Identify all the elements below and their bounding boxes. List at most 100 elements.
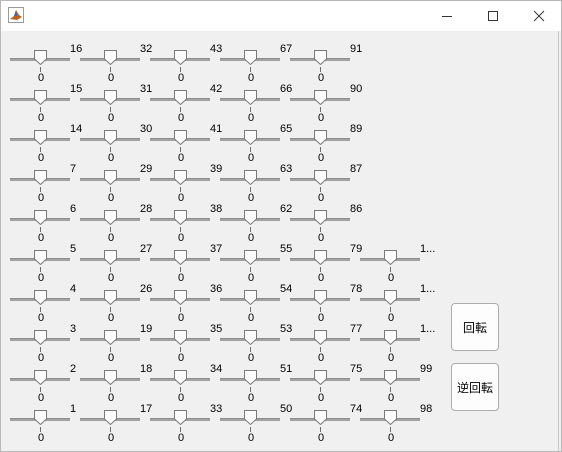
slider-thumb-icon[interactable] bbox=[244, 50, 257, 65]
slider[interactable]: 0 36 bbox=[150, 278, 222, 324]
slider[interactable]: 0 1... bbox=[360, 318, 435, 364]
slider-thumb-icon[interactable] bbox=[244, 410, 257, 425]
slider-thumb-icon[interactable] bbox=[244, 130, 257, 145]
slider[interactable]: 0 65 bbox=[220, 118, 292, 164]
slider[interactable]: 0 91 bbox=[290, 38, 362, 84]
rotate-button[interactable]: 回転 bbox=[451, 303, 499, 351]
slider[interactable]: 0 31 bbox=[80, 78, 152, 124]
slider[interactable]: 0 29 bbox=[80, 158, 152, 204]
slider-thumb-icon[interactable] bbox=[384, 250, 397, 265]
slider-thumb-icon[interactable] bbox=[104, 130, 117, 145]
slider-thumb-icon[interactable] bbox=[314, 250, 327, 265]
slider[interactable]: 0 34 bbox=[150, 358, 222, 404]
slider-thumb-icon[interactable] bbox=[314, 410, 327, 425]
slider[interactable]: 0 62 bbox=[220, 198, 292, 244]
slider[interactable]: 0 41 bbox=[150, 118, 222, 164]
slider-thumb-icon[interactable] bbox=[244, 90, 257, 105]
slider[interactable]: 0 28 bbox=[80, 198, 152, 244]
slider-thumb-icon[interactable] bbox=[244, 210, 257, 225]
slider[interactable]: 02 bbox=[10, 358, 76, 404]
slider-thumb-icon[interactable] bbox=[174, 170, 187, 185]
slider-thumb-icon[interactable] bbox=[104, 410, 117, 425]
slider-thumb-icon[interactable] bbox=[174, 330, 187, 345]
slider-thumb-icon[interactable] bbox=[34, 130, 47, 145]
slider-thumb-icon[interactable] bbox=[34, 250, 47, 265]
slider-thumb-icon[interactable] bbox=[314, 130, 327, 145]
slider-thumb-icon[interactable] bbox=[314, 210, 327, 225]
slider[interactable]: 0 53 bbox=[220, 318, 292, 364]
slider[interactable]: 0 74 bbox=[290, 398, 362, 444]
slider-thumb-icon[interactable] bbox=[34, 170, 47, 185]
slider[interactable]: 07 bbox=[10, 158, 76, 204]
slider-thumb-icon[interactable] bbox=[104, 210, 117, 225]
slider[interactable]: 0 54 bbox=[220, 278, 292, 324]
slider-thumb-icon[interactable] bbox=[244, 330, 257, 345]
slider-thumb-icon[interactable] bbox=[104, 370, 117, 385]
slider-thumb-icon[interactable] bbox=[104, 250, 117, 265]
slider-thumb-icon[interactable] bbox=[384, 410, 397, 425]
slider-thumb-icon[interactable] bbox=[174, 130, 187, 145]
slider[interactable]: 0 55 bbox=[220, 238, 292, 284]
slider-thumb-icon[interactable] bbox=[174, 50, 187, 65]
slider-thumb-icon[interactable] bbox=[104, 90, 117, 105]
slider[interactable]: 03 bbox=[10, 318, 76, 364]
slider[interactable]: 05 bbox=[10, 238, 76, 284]
maximize-button[interactable] bbox=[470, 0, 516, 31]
slider-thumb-icon[interactable] bbox=[314, 330, 327, 345]
slider[interactable]: 0 39 bbox=[150, 158, 222, 204]
slider[interactable]: 0 77 bbox=[290, 318, 362, 364]
slider-thumb-icon[interactable] bbox=[384, 370, 397, 385]
slider[interactable]: 0 42 bbox=[150, 78, 222, 124]
slider[interactable]: 0 99 bbox=[360, 358, 432, 404]
slider[interactable]: 0 32 bbox=[80, 38, 152, 84]
slider-thumb-icon[interactable] bbox=[244, 370, 257, 385]
slider-thumb-icon[interactable] bbox=[314, 290, 327, 305]
slider-thumb-icon[interactable] bbox=[384, 330, 397, 345]
slider[interactable]: 0 50 bbox=[220, 398, 292, 444]
slider[interactable]: 0 18 bbox=[80, 358, 152, 404]
slider[interactable]: 0 37 bbox=[150, 238, 222, 284]
slider-thumb-icon[interactable] bbox=[314, 370, 327, 385]
slider[interactable]: 0 66 bbox=[220, 78, 292, 124]
slider-thumb-icon[interactable] bbox=[174, 90, 187, 105]
slider-thumb-icon[interactable] bbox=[34, 330, 47, 345]
slider[interactable]: 0 87 bbox=[290, 158, 362, 204]
slider[interactable]: 04 bbox=[10, 278, 76, 324]
slider-thumb-icon[interactable] bbox=[104, 170, 117, 185]
slider-thumb-icon[interactable] bbox=[244, 170, 257, 185]
slider[interactable]: 0 27 bbox=[80, 238, 152, 284]
slider[interactable]: 0 1... bbox=[360, 278, 435, 324]
slider-thumb-icon[interactable] bbox=[34, 370, 47, 385]
slider[interactable]: 0 51 bbox=[220, 358, 292, 404]
reverse-rotate-button[interactable]: 逆回転 bbox=[451, 363, 499, 411]
slider-thumb-icon[interactable] bbox=[34, 90, 47, 105]
slider-thumb-icon[interactable] bbox=[244, 250, 257, 265]
slider[interactable]: 0 26 bbox=[80, 278, 152, 324]
slider[interactable]: 0 43 bbox=[150, 38, 222, 84]
slider[interactable]: 0 30 bbox=[80, 118, 152, 164]
slider-thumb-icon[interactable] bbox=[104, 330, 117, 345]
slider[interactable]: 0 17 bbox=[80, 398, 152, 444]
slider-thumb-icon[interactable] bbox=[34, 50, 47, 65]
slider[interactable]: 0 75 bbox=[290, 358, 362, 404]
slider[interactable]: 06 bbox=[10, 198, 76, 244]
slider-thumb-icon[interactable] bbox=[174, 290, 187, 305]
slider-thumb-icon[interactable] bbox=[314, 170, 327, 185]
slider[interactable]: 0 14 bbox=[10, 118, 82, 164]
slider[interactable]: 0 90 bbox=[290, 78, 362, 124]
slider[interactable]: 0 89 bbox=[290, 118, 362, 164]
slider-thumb-icon[interactable] bbox=[174, 410, 187, 425]
slider-thumb-icon[interactable] bbox=[174, 370, 187, 385]
slider[interactable]: 0 67 bbox=[220, 38, 292, 84]
slider-thumb-icon[interactable] bbox=[314, 50, 327, 65]
slider-thumb-icon[interactable] bbox=[104, 50, 117, 65]
slider-thumb-icon[interactable] bbox=[174, 250, 187, 265]
minimize-button[interactable] bbox=[424, 0, 470, 31]
slider[interactable]: 0 63 bbox=[220, 158, 292, 204]
slider[interactable]: 0 98 bbox=[360, 398, 432, 444]
slider-thumb-icon[interactable] bbox=[34, 410, 47, 425]
slider[interactable]: 0 19 bbox=[80, 318, 152, 364]
slider[interactable]: 0 1... bbox=[360, 238, 435, 284]
slider[interactable]: 0 35 bbox=[150, 318, 222, 364]
slider-thumb-icon[interactable] bbox=[314, 90, 327, 105]
